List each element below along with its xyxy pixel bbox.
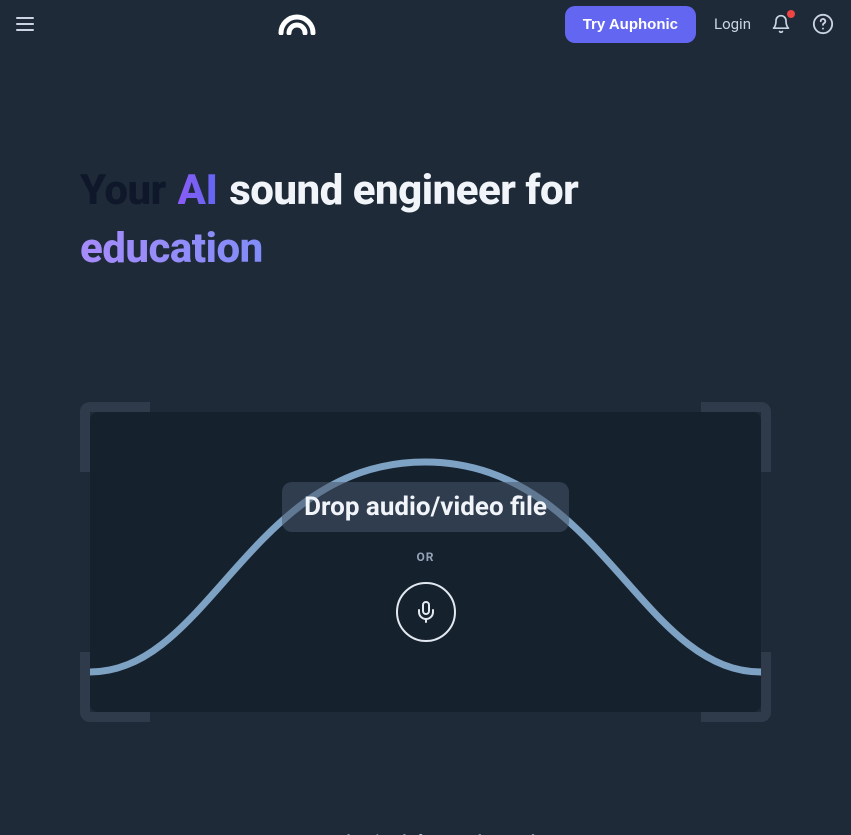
- help-button[interactable]: [811, 12, 835, 36]
- logo-arc-icon: [277, 13, 317, 35]
- hero-mid: sound engineer for: [229, 168, 578, 214]
- dropzone-inner: Drop audio/video file OR: [90, 412, 761, 712]
- microphone-icon: [414, 600, 438, 624]
- dropzone-or-text: OR: [417, 550, 435, 564]
- hero-section: Your AI sound engineer for education: [0, 48, 851, 272]
- hero-ai: AI: [178, 168, 218, 214]
- hamburger-icon: [16, 17, 34, 19]
- record-button[interactable]: [396, 582, 456, 642]
- drop-file-label[interactable]: Drop audio/video file: [282, 482, 569, 532]
- app-header: Try Auphonic Login: [0, 0, 851, 48]
- login-link[interactable]: Login: [714, 15, 751, 33]
- hero-prefix: Your: [80, 168, 166, 214]
- notifications-button[interactable]: [769, 12, 793, 36]
- auphonic-logo[interactable]: [277, 13, 317, 35]
- notification-dot-icon: [787, 10, 795, 18]
- header-right: Try Auphonic Login: [565, 6, 835, 43]
- help-circle-icon: [812, 13, 834, 35]
- menu-button[interactable]: [16, 12, 40, 36]
- hero-title: Your AI sound engineer for education: [80, 168, 771, 272]
- upload-dropzone[interactable]: Drop audio/video file OR: [80, 402, 771, 722]
- hero-tag: education: [80, 226, 263, 272]
- header-center: [52, 13, 553, 35]
- try-auphonic-button[interactable]: Try Auphonic: [565, 6, 696, 43]
- header-left: [16, 12, 40, 36]
